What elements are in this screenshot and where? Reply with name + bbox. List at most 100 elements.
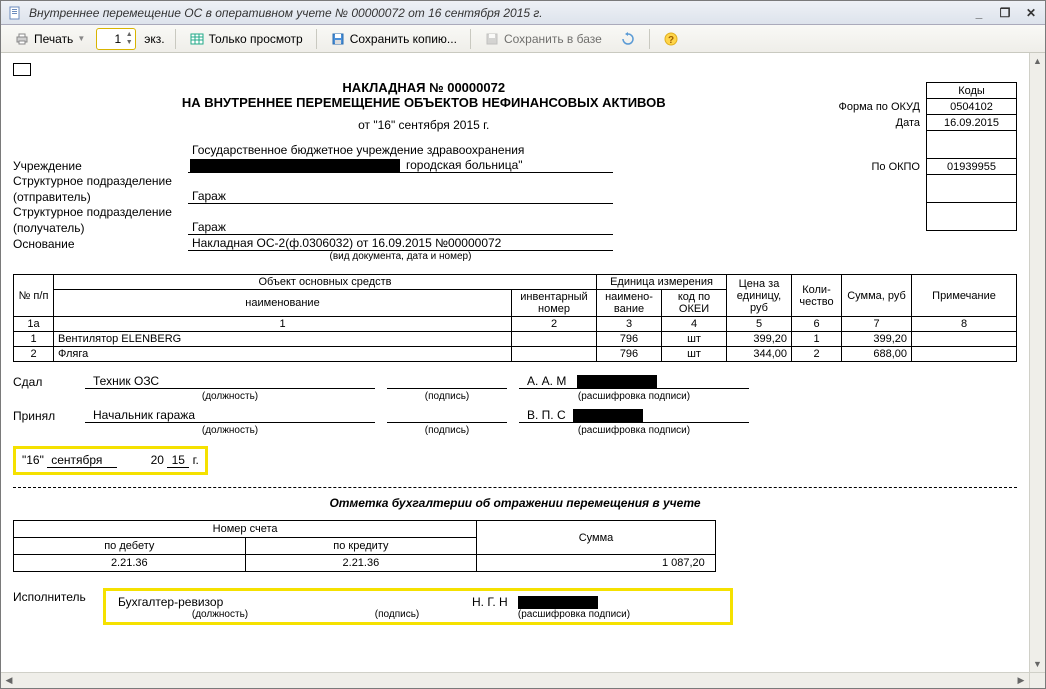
th-price: Цена за единицу, руб bbox=[727, 275, 792, 317]
spinner-up[interactable]: ▲ bbox=[123, 31, 135, 39]
executor-position: Бухгалтер-ревизор bbox=[110, 595, 330, 609]
gave-label: Сдал bbox=[13, 375, 73, 389]
got-signature bbox=[387, 422, 507, 423]
sender-label-1: Структурное подразделение bbox=[13, 174, 188, 188]
maximize-button[interactable]: ❐ bbox=[997, 5, 1013, 21]
executor-name: Н. Г. Н bbox=[464, 595, 684, 609]
got-label: Принял bbox=[13, 409, 73, 423]
th-uname: наимено-вание bbox=[597, 290, 662, 317]
th-npp: № п/п bbox=[14, 275, 54, 317]
print-button[interactable]: Печать ▼ bbox=[7, 28, 92, 50]
dashed-separator bbox=[13, 487, 1017, 488]
print-label: Печать bbox=[34, 32, 73, 46]
redacted-name bbox=[573, 409, 643, 422]
window: Внутреннее перемещение ОС в оперативном … bbox=[0, 0, 1046, 689]
doc-title-2: НА ВНУТРЕННЕЕ ПЕРЕМЕЩЕНИЕ ОБЪЕКТОВ НЕФИН… bbox=[13, 95, 835, 110]
okud-value: 0504102 bbox=[927, 99, 1017, 115]
document-area: НАКЛАДНАЯ № 00000072 НА ВНУТРЕННЕЕ ПЕРЕМ… bbox=[1, 53, 1045, 688]
preview-label: Только просмотр bbox=[209, 32, 303, 46]
horizontal-scrollbar[interactable]: ◀ ▶ bbox=[1, 672, 1029, 688]
executor-block: Бухгалтер-ревизор Н. Г. Н (должность) (п… bbox=[103, 588, 733, 625]
dropdown-icon: ▼ bbox=[77, 34, 85, 43]
copies-input[interactable] bbox=[97, 32, 123, 46]
th-ucode: код по ОКЕИ bbox=[662, 290, 727, 317]
table-row: 2Фляга796шт344,002688,00 bbox=[14, 347, 1017, 362]
floppy-icon bbox=[330, 31, 346, 47]
receiver-label-1: Структурное подразделение bbox=[13, 205, 188, 219]
save-db-label: Сохранить в базе bbox=[504, 32, 602, 46]
doc-title-1: НАКЛАДНАЯ № 00000072 bbox=[13, 80, 835, 95]
basis-caption: (вид документа, дата и номер) bbox=[188, 251, 613, 262]
redacted-name bbox=[518, 596, 598, 609]
vertical-scrollbar[interactable]: ▲ ▼ bbox=[1029, 53, 1045, 672]
sender-value: Гараж bbox=[188, 189, 613, 204]
table-row: 1Вентилятор ELENBERG796шт399,201399,20 bbox=[14, 332, 1017, 347]
th-account: Номер счета bbox=[14, 521, 477, 538]
scrollbar-corner bbox=[1029, 672, 1045, 688]
corner-box bbox=[13, 63, 31, 76]
table-num-row: 1а12345678 bbox=[14, 317, 1017, 332]
save-copy-button[interactable]: Сохранить копию... bbox=[323, 28, 464, 50]
th-name: наименование bbox=[54, 290, 512, 317]
copies-spinner[interactable]: ▲▼ bbox=[96, 28, 136, 50]
gave-signature bbox=[387, 388, 507, 389]
scroll-left-icon[interactable]: ◀ bbox=[1, 673, 17, 688]
document-icon bbox=[7, 5, 23, 21]
accounting-table: Номер счета Сумма по дебету по кредиту 2… bbox=[13, 520, 716, 572]
printer-icon bbox=[14, 31, 30, 47]
scroll-up-icon[interactable]: ▲ bbox=[1030, 53, 1045, 69]
gave-position: Техник ОЗС bbox=[85, 374, 375, 389]
gave-name: А. А. М bbox=[519, 374, 749, 389]
main-table: № п/п Объект основных средств Единица из… bbox=[13, 274, 1017, 362]
spinner-down[interactable]: ▼ bbox=[123, 39, 135, 47]
help-icon: ? bbox=[663, 31, 679, 47]
copies-suffix: экз. bbox=[140, 32, 168, 46]
got-position: Начальник гаража bbox=[85, 408, 375, 423]
codes-header: Коды bbox=[927, 83, 1017, 99]
th-debit: по дебету bbox=[14, 538, 246, 555]
refresh-button[interactable] bbox=[613, 28, 643, 50]
th-qty: Коли-чество bbox=[792, 275, 842, 317]
toolbar: Печать ▼ ▲▼ экз. Только просмотр Сохрани… bbox=[1, 25, 1045, 53]
redacted-name bbox=[577, 375, 657, 388]
minimize-button[interactable]: _ bbox=[971, 5, 987, 21]
basis-label: Основание bbox=[13, 237, 188, 251]
separator bbox=[175, 29, 176, 49]
scroll-down-icon[interactable]: ▼ bbox=[1030, 656, 1045, 672]
org-label: Учреждение bbox=[13, 159, 188, 173]
th-note: Примечание bbox=[912, 275, 1017, 317]
save-copy-label: Сохранить копию... bbox=[350, 32, 457, 46]
okpo-value: 01939955 bbox=[927, 159, 1017, 175]
svg-text:?: ? bbox=[668, 35, 674, 46]
th-obj: Объект основных средств bbox=[54, 275, 597, 290]
executor-label: Исполнитель bbox=[13, 582, 103, 604]
floppy-db-icon bbox=[484, 31, 500, 47]
document: НАКЛАДНАЯ № 00000072 НА ВНУТРЕННЕЕ ПЕРЕМ… bbox=[1, 53, 1029, 635]
receiver-value: Гараж bbox=[188, 220, 613, 235]
th-unit: Единица измерения bbox=[597, 275, 727, 290]
sender-label-2: (отправитель) bbox=[13, 190, 188, 204]
okud-label: Форма по ОКУД bbox=[835, 99, 927, 115]
save-db-button[interactable]: Сохранить в базе bbox=[477, 28, 609, 50]
date-value: 16.09.2015 bbox=[927, 115, 1017, 131]
window-title: Внутреннее перемещение ОС в оперативном … bbox=[29, 6, 971, 20]
th-acc-sum: Сумма bbox=[477, 521, 716, 555]
th-credit: по кредиту bbox=[245, 538, 477, 555]
preview-button[interactable]: Только просмотр bbox=[182, 28, 310, 50]
org-value: городская больница" bbox=[188, 158, 613, 173]
titlebar: Внутреннее перемещение ОС в оперативном … bbox=[1, 1, 1045, 25]
separator bbox=[470, 29, 471, 49]
th-inv: инвентарный номер bbox=[512, 290, 597, 317]
refresh-icon bbox=[620, 31, 636, 47]
accounting-title: Отметка бухгалтерии об отражении перемещ… bbox=[13, 496, 1017, 510]
scroll-right-icon[interactable]: ▶ bbox=[1013, 673, 1029, 688]
th-sum: Сумма, руб bbox=[842, 275, 912, 317]
got-name: В. П. С bbox=[519, 408, 749, 423]
basis-value: Накладная ОС-2(ф.0306032) от 16.09.2015 … bbox=[188, 236, 613, 251]
help-button[interactable]: ? bbox=[656, 28, 686, 50]
close-button[interactable]: ✕ bbox=[1023, 5, 1039, 21]
org-text-1: Государственное бюджетное учреждение здр… bbox=[188, 143, 613, 157]
codes-table: Коды Форма по ОКУД0504102 Дата16.09.2015… bbox=[835, 82, 1018, 231]
separator bbox=[649, 29, 650, 49]
doc-date-line: от "16" сентября 2015 г. bbox=[13, 118, 835, 132]
